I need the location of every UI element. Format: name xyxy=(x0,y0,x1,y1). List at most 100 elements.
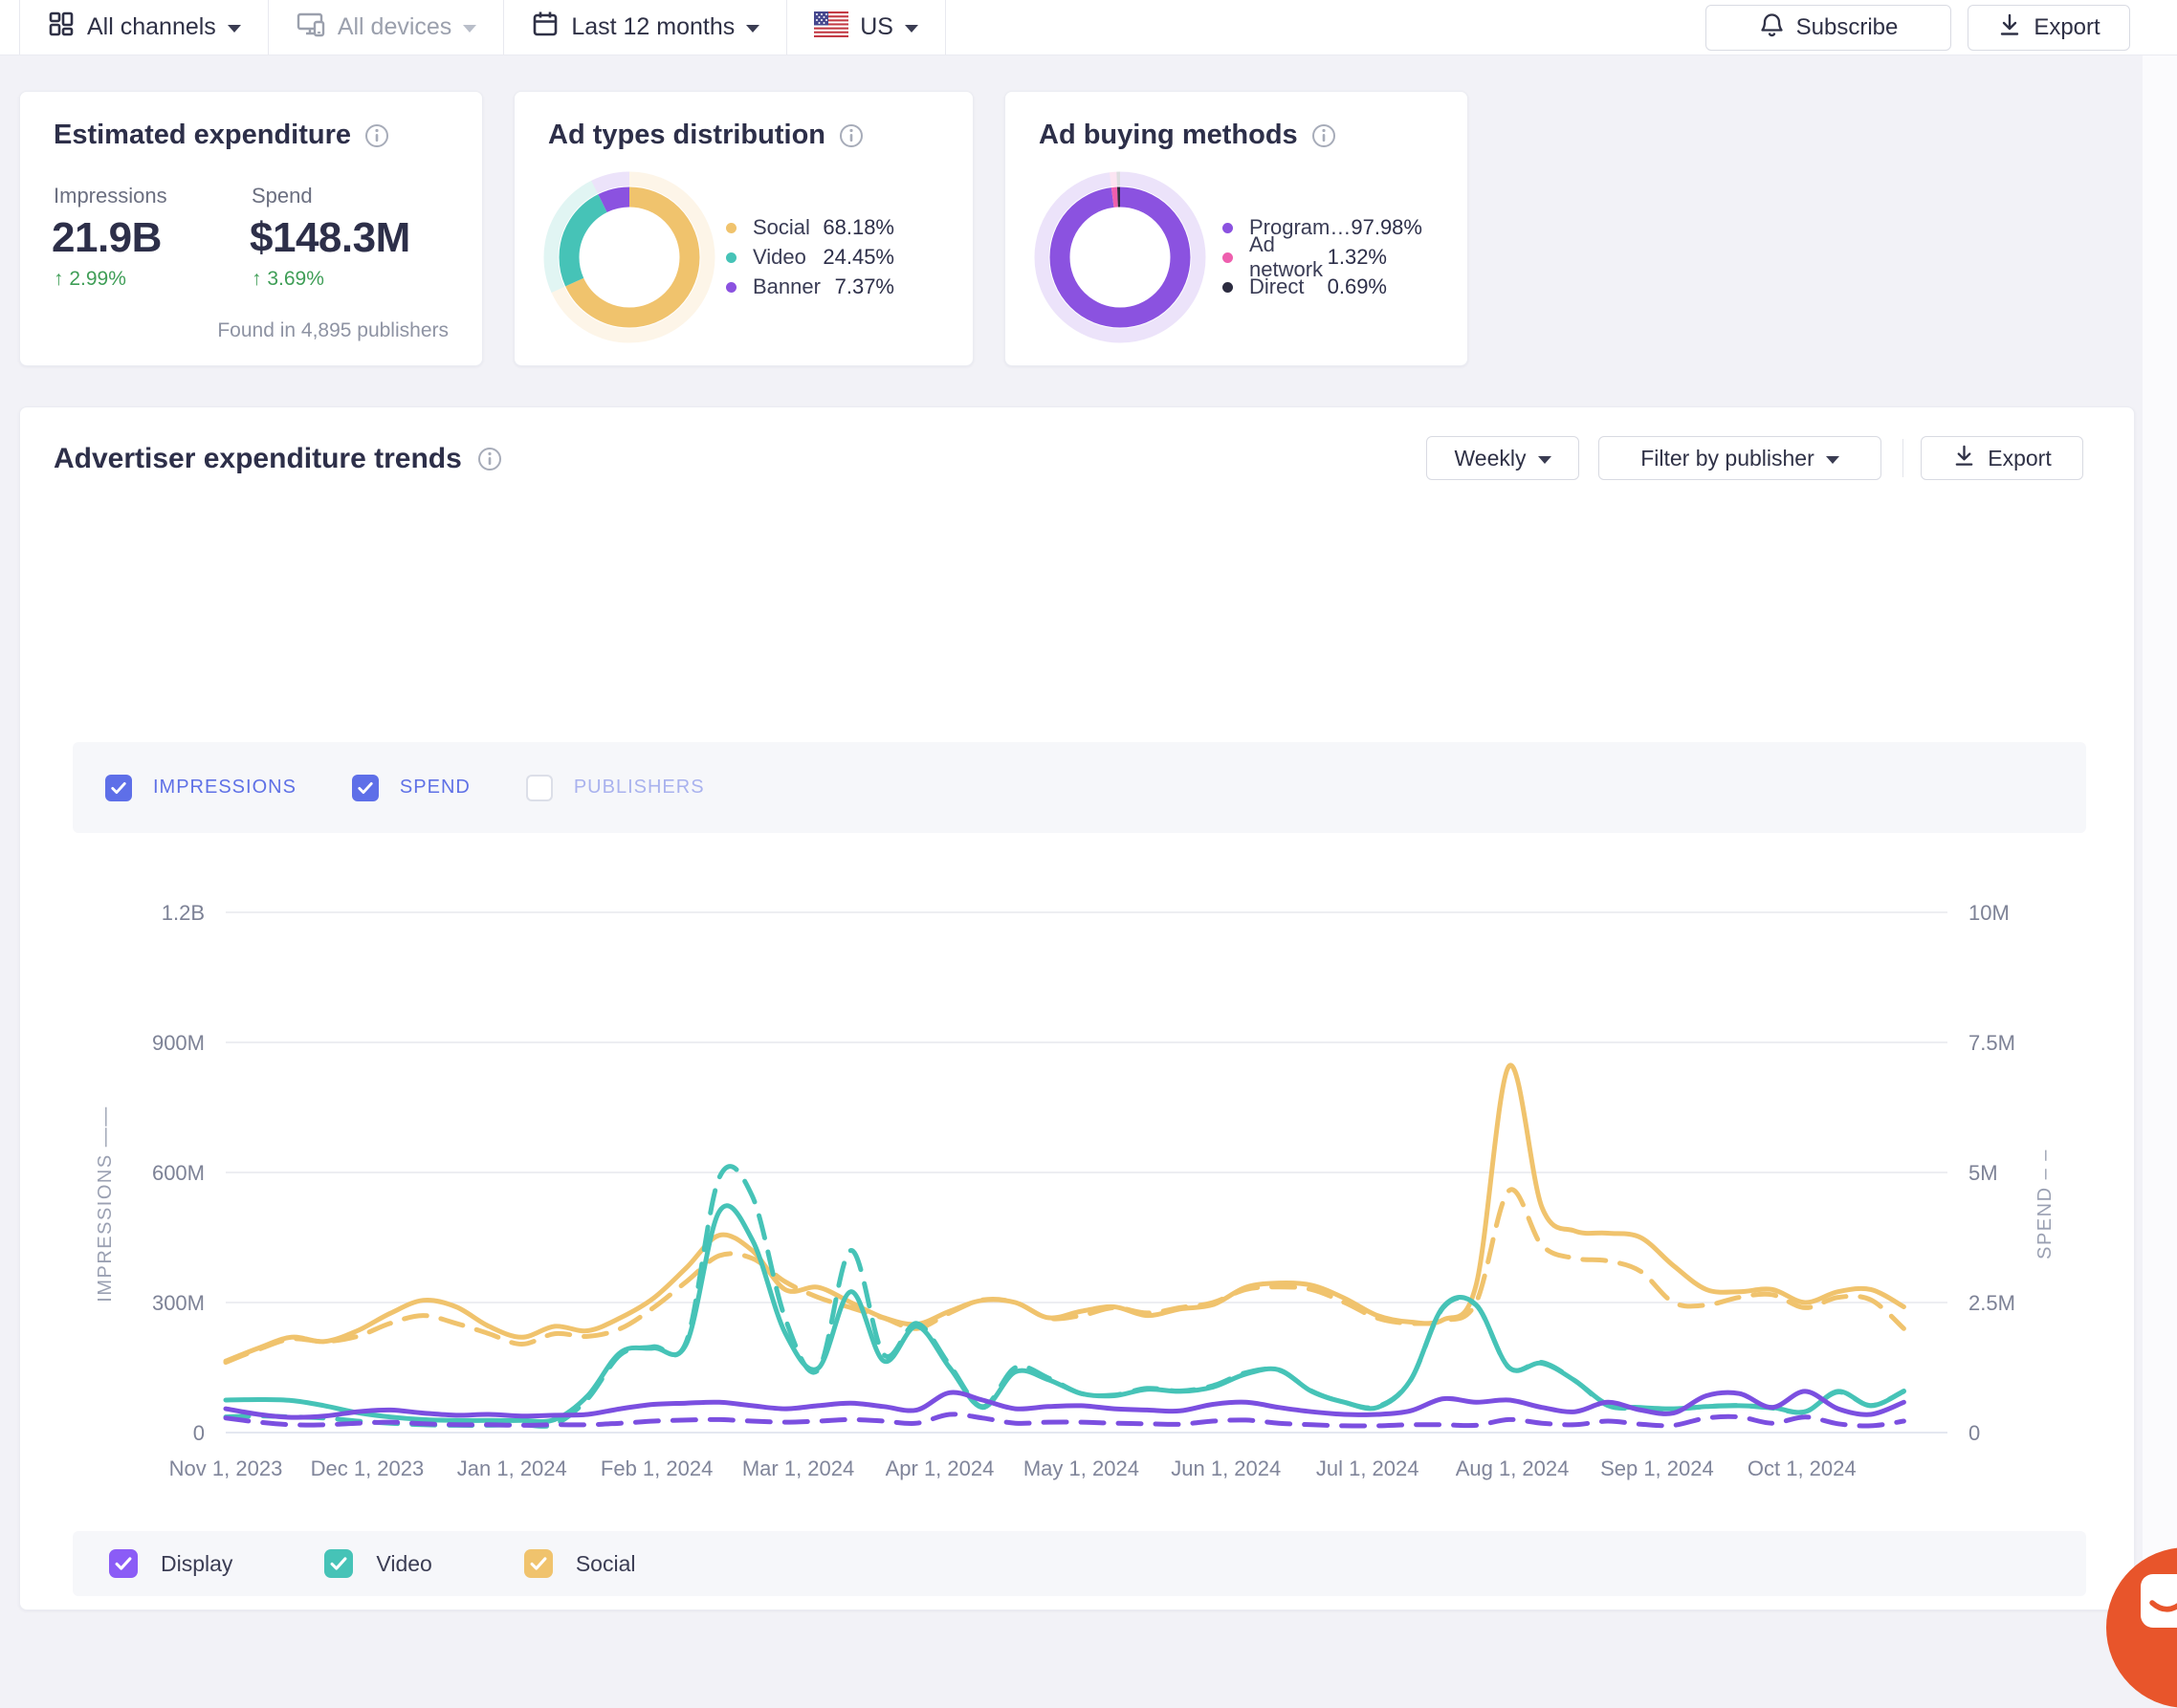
svg-text:900M: 900M xyxy=(152,1031,205,1055)
devices-icon xyxy=(296,10,326,45)
video-series-toggle[interactable]: Video xyxy=(324,1549,432,1578)
impressions-toggle[interactable]: IMPRESSIONS xyxy=(105,774,297,801)
ad-types-legend: Social 68.18% Video 24.45% Banner 7.37% xyxy=(726,213,894,302)
subscribe-button[interactable]: Subscribe xyxy=(1705,5,1951,51)
svg-text:IMPRESSIONS ——: IMPRESSIONS —— xyxy=(95,1106,116,1302)
bell-icon xyxy=(1759,11,1785,45)
spend-change: ↑ 3.69% xyxy=(252,268,324,290)
publishers-footnote: Found in 4,895 publishers xyxy=(217,319,449,341)
svg-text:Jul 1, 2024: Jul 1, 2024 xyxy=(1316,1456,1419,1480)
checked-checkbox-icon xyxy=(105,774,132,801)
social-series-toggle[interactable]: Social xyxy=(523,1549,636,1578)
top-toolbar: All channels All devices Last 12 months … xyxy=(0,0,2177,55)
publishers-toggle[interactable]: PUBLISHERS xyxy=(525,774,705,801)
svg-text:2.5M: 2.5M xyxy=(1968,1291,2015,1315)
export-button-trends[interactable]: Export xyxy=(1921,436,2083,480)
channels-filter[interactable]: All channels xyxy=(20,0,269,55)
card-title: Ad buying methods xyxy=(1039,120,1336,151)
spend-value: $148.3M xyxy=(250,214,410,261)
social-checkbox-icon xyxy=(523,1549,553,1578)
ad-buying-donut-chart[interactable] xyxy=(1024,162,1216,353)
legend-item-ad-network: Ad network 1.32% xyxy=(1222,232,1387,281)
devices-filter[interactable]: All devices xyxy=(269,0,505,55)
legend-item-video: Video 24.45% xyxy=(726,243,894,272)
trends-title: Advertiser expenditure trends xyxy=(54,443,502,475)
display-checkbox-icon xyxy=(109,1549,138,1578)
expenditure-trends-card: Advertiser expenditure trends Weekly Fil… xyxy=(19,406,2135,1610)
chat-smile-icon xyxy=(2141,1574,2177,1628)
chevron-down-icon xyxy=(904,25,918,33)
chevron-down-icon xyxy=(227,25,241,33)
granularity-dropdown[interactable]: Weekly xyxy=(1426,436,1579,480)
checked-checkbox-icon xyxy=(351,774,379,801)
metric-toggle-band: IMPRESSIONS SPEND PUBLISHERS xyxy=(73,742,2086,833)
info-icon[interactable] xyxy=(364,123,389,148)
series-toggle-band: Display Video Social xyxy=(73,1531,2086,1596)
ad-types-donut-chart[interactable] xyxy=(534,162,725,353)
svg-text:1.2B: 1.2B xyxy=(162,901,205,925)
card-title: Ad types distribution xyxy=(548,120,864,151)
channels-filter-label: All channels xyxy=(87,13,216,40)
direct-bullet-icon xyxy=(1222,281,1233,293)
country-filter-label: US xyxy=(860,13,893,40)
svg-text:Nov 1, 2023: Nov 1, 2023 xyxy=(169,1456,283,1480)
ad-types-card: Ad types distribution Social 68.18% Vide… xyxy=(514,91,974,366)
svg-text:Oct 1, 2024: Oct 1, 2024 xyxy=(1748,1456,1857,1480)
chevron-down-icon xyxy=(746,25,760,33)
up-arrow-icon: ↑ xyxy=(252,268,268,290)
country-filter[interactable]: US xyxy=(787,0,946,55)
estimated-expenditure-title: Estimated expenditure xyxy=(54,120,352,150)
channels-icon xyxy=(47,10,76,45)
legend-item-banner: Banner 7.37% xyxy=(726,273,894,301)
svg-text:May 1, 2024: May 1, 2024 xyxy=(1023,1456,1139,1480)
display-series-toggle[interactable]: Display xyxy=(109,1549,232,1578)
scrollbar-track[interactable] xyxy=(2143,55,2177,1610)
chevron-down-icon xyxy=(463,25,477,33)
info-icon[interactable] xyxy=(1311,123,1336,148)
svg-text:Jun 1, 2024: Jun 1, 2024 xyxy=(1171,1456,1281,1480)
svg-text:7.5M: 7.5M xyxy=(1968,1031,2015,1055)
svg-text:10M: 10M xyxy=(1968,901,2010,925)
impressions-value: 21.9B xyxy=(52,214,162,261)
download-icon xyxy=(1952,444,1976,473)
chevron-down-icon xyxy=(1537,455,1551,464)
us-flag-icon xyxy=(814,11,849,44)
svg-text:0: 0 xyxy=(1968,1421,1980,1445)
card-title: Estimated expenditure xyxy=(54,120,389,151)
info-icon[interactable] xyxy=(839,123,864,148)
download-icon xyxy=(1997,12,2022,44)
svg-text:Jan 1, 2024: Jan 1, 2024 xyxy=(457,1456,567,1480)
info-icon[interactable] xyxy=(477,447,502,471)
svg-text:600M: 600M xyxy=(152,1161,205,1185)
svg-text:Dec 1, 2023: Dec 1, 2023 xyxy=(311,1456,425,1480)
legend-item-social: Social 68.18% xyxy=(726,213,894,242)
unchecked-checkbox-icon xyxy=(525,774,553,801)
date-range-label: Last 12 months xyxy=(571,13,736,40)
date-range-filter[interactable]: Last 12 months xyxy=(504,0,788,55)
spend-label: Spend xyxy=(252,184,313,208)
svg-text:Mar 1, 2024: Mar 1, 2024 xyxy=(742,1456,854,1480)
chevron-down-icon xyxy=(1825,455,1839,464)
filter-by-publisher-dropdown[interactable]: Filter by publisher xyxy=(1598,436,1881,480)
svg-text:5M: 5M xyxy=(1968,1161,1998,1185)
spend-toggle[interactable]: SPEND xyxy=(351,774,471,801)
ad-network-bullet-icon xyxy=(1222,252,1233,263)
svg-text:300M: 300M xyxy=(152,1291,205,1315)
svg-text:Aug 1, 2024: Aug 1, 2024 xyxy=(1456,1456,1570,1480)
calendar-icon xyxy=(531,10,560,45)
ad-buying-card: Ad buying methods Program… 97.98% Ad net… xyxy=(1004,91,1468,366)
divider xyxy=(1902,439,1903,477)
video-bullet-icon xyxy=(726,252,737,263)
export-button-top[interactable]: Export xyxy=(1968,5,2130,51)
filter-bar: All channels All devices Last 12 months … xyxy=(19,0,946,55)
ad-buying-title: Ad buying methods xyxy=(1039,120,1298,150)
up-arrow-icon: ↑ xyxy=(54,268,70,290)
banner-bullet-icon xyxy=(726,281,737,293)
ad-types-title: Ad types distribution xyxy=(548,120,825,150)
devices-filter-label: All devices xyxy=(337,13,452,40)
svg-text:Feb 1, 2024: Feb 1, 2024 xyxy=(601,1456,713,1480)
estimated-expenditure-card: Estimated expenditure Impressions Spend … xyxy=(19,91,483,366)
subscribe-button-label: Subscribe xyxy=(1795,14,1899,40)
svg-text:0: 0 xyxy=(193,1421,205,1445)
trends-chart[interactable]: 0 0 300M 2.5M 600M 5M 900M 7.5M 1.2B 10M IMPRESSIO… xyxy=(82,888,2100,1520)
